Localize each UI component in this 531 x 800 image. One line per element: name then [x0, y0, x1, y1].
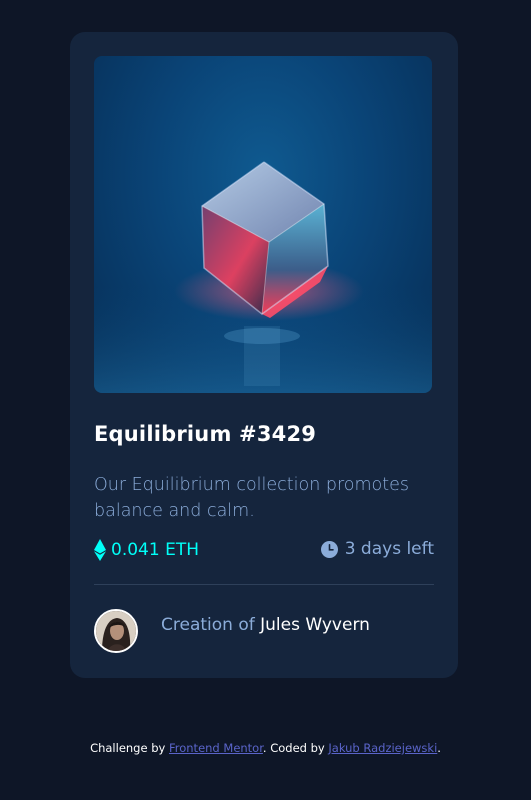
- divider: [94, 584, 434, 585]
- card-title[interactable]: Equilibrium #3429: [94, 422, 316, 446]
- cube-image: [94, 161, 432, 393]
- price-value: 0.041 ETH: [111, 540, 199, 560]
- nft-card: Equilibrium #3429 Our Equilibrium collec…: [70, 32, 458, 678]
- card-description: Our Equilibrium collection promotes bala…: [94, 475, 409, 521]
- clock-icon: [320, 540, 338, 558]
- ethereum-icon: [94, 539, 106, 561]
- attribution-end: .: [437, 741, 441, 755]
- frontend-mentor-link[interactable]: Frontend Mentor: [169, 741, 263, 755]
- coder-link[interactable]: Jakub Radziejewski: [328, 741, 437, 755]
- price-info: 0.041 ETH: [94, 539, 199, 561]
- avatar: [94, 609, 138, 653]
- time-info: 3 days left: [320, 539, 434, 559]
- equilibrium-image[interactable]: [94, 56, 432, 393]
- challenge-prefix: Challenge by: [90, 741, 166, 755]
- time-left-value: 3 days left: [344, 539, 434, 559]
- creator-name[interactable]: Jules Wyvern: [260, 615, 370, 635]
- coded-prefix: . Coded by: [262, 741, 325, 755]
- creator-prefix: Creation of: [161, 615, 255, 635]
- attribution: Challenge by Frontend Mentor. Coded by J…: [0, 741, 531, 755]
- creator-line: Creation of Jules Wyvern: [161, 615, 370, 635]
